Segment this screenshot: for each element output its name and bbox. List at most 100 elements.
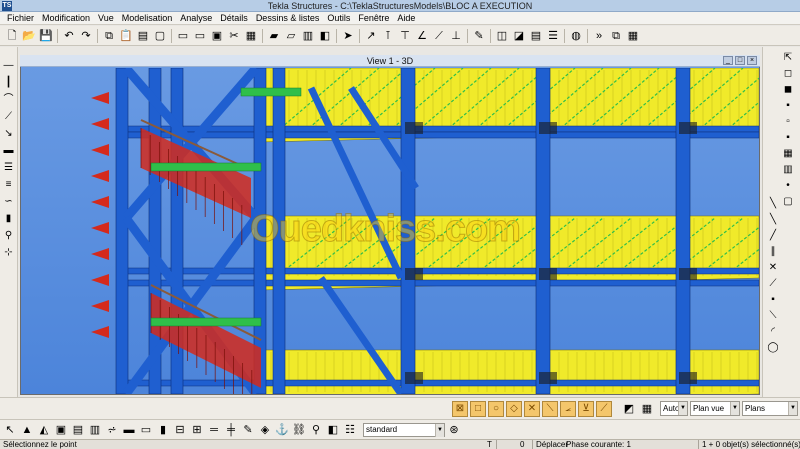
grid-icon[interactable]: ▦ <box>243 28 259 44</box>
angle-line-icon[interactable]: ⟋ <box>766 277 780 291</box>
line-red-icon[interactable]: ╲ <box>766 197 780 211</box>
globe-icon[interactable]: ◍ <box>568 28 584 44</box>
select-cut-icon[interactable]: ⊟ <box>172 422 188 438</box>
slab-icon[interactable]: ☰ <box>2 161 16 175</box>
dim-icon[interactable]: ⊥ <box>448 28 464 44</box>
select-anchor-icon[interactable]: ⚓ <box>274 422 290 438</box>
forward-icon[interactable]: » <box>591 28 607 44</box>
selection-filter-select[interactable]: standard ▼ <box>363 422 445 437</box>
select-cube-icon[interactable]: ◧ <box>325 422 341 438</box>
sheet-icon[interactable]: ▦ <box>625 28 641 44</box>
snap-depth-select[interactable]: Auto ▼ <box>660 401 688 416</box>
fitting-icon[interactable]: ⊹ <box>2 246 16 260</box>
select-point-icon[interactable]: • <box>781 179 795 193</box>
menu-item-8[interactable]: Fenêtre <box>354 12 393 25</box>
line-blue-icon[interactable]: ╲ <box>766 213 780 227</box>
part-icon[interactable]: ◧ <box>317 28 333 44</box>
window-icon[interactable]: ▢ <box>152 28 168 44</box>
snap-plane-select[interactable]: Plan vue ▼ <box>690 401 740 416</box>
measure2-icon[interactable]: ⊤ <box>397 28 413 44</box>
measure-icon[interactable]: ⊺ <box>380 28 396 44</box>
menu-item-5[interactable]: Détails <box>216 12 252 25</box>
folder-icon[interactable]: ▰ <box>266 28 282 44</box>
snap-diamond-icon[interactable]: ◇ <box>506 401 522 417</box>
view-frame-icon[interactable]: ▣ <box>209 28 225 44</box>
save-icon[interactable]: 💾 <box>38 28 54 44</box>
bolt-icon[interactable]: ▮ <box>2 212 16 226</box>
menu-item-2[interactable]: Vue <box>94 12 118 25</box>
menu-item-4[interactable]: Analyse <box>176 12 216 25</box>
select-weld2-icon[interactable]: ⚲ <box>308 422 324 438</box>
panel-icon[interactable]: ▬ <box>2 144 16 158</box>
view-minimize-button[interactable]: _ <box>723 56 733 65</box>
select-box-icon[interactable]: ▣ <box>53 422 69 438</box>
view-maximize-button[interactable]: □ <box>735 56 745 65</box>
copy-icon[interactable]: ⧉ <box>101 28 117 44</box>
offset-icon[interactable]: ⟍ <box>766 309 780 323</box>
cut-icon[interactable]: ✂ <box>226 28 242 44</box>
parallel-icon[interactable]: ∥ <box>766 245 780 259</box>
select-list-icon[interactable]: ☷ <box>342 422 358 438</box>
menu-item-0[interactable]: Fichier <box>3 12 38 25</box>
filter-settings-icon[interactable]: ⊛ <box>446 422 462 438</box>
menu-item-1[interactable]: Modification <box>38 12 94 25</box>
select-view-icon[interactable]: ▢ <box>781 195 795 209</box>
pointer-icon[interactable]: ➤ <box>340 28 356 44</box>
select-plane-icon[interactable]: ▥ <box>781 163 795 177</box>
clipboard-icon[interactable]: ▤ <box>135 28 151 44</box>
ruler-icon[interactable]: ⟋ <box>431 28 447 44</box>
pen-icon[interactable]: ✎ <box>471 28 487 44</box>
select-weld-icon[interactable]: ▫ <box>781 115 795 129</box>
line-green-icon[interactable]: ╱ <box>766 229 780 243</box>
curved-beam-icon[interactable]: ⌒ <box>2 93 16 107</box>
arc-icon[interactable]: ◜ <box>766 325 780 339</box>
angle-icon[interactable]: ∠ <box>414 28 430 44</box>
open-icon[interactable]: 📂 <box>21 28 37 44</box>
snap-edges-select[interactable]: Plans contours ▼ <box>742 401 798 416</box>
select-plate-icon[interactable]: ▭ <box>138 422 154 438</box>
help-arrow-icon[interactable]: ↗ <box>363 28 379 44</box>
brace-icon[interactable]: ↘ <box>2 127 16 141</box>
select-part-icon[interactable]: ◼ <box>781 83 795 97</box>
pad-icon[interactable]: ≡ <box>2 178 16 192</box>
snap-3d-icon[interactable]: ◩ <box>621 401 637 417</box>
select-grid-icon[interactable]: ▦ <box>781 147 795 161</box>
menu-item-7[interactable]: Outils <box>323 12 354 25</box>
image-icon[interactable]: ▥ <box>300 28 316 44</box>
strip-icon[interactable]: ∽ <box>2 195 16 209</box>
view-rect2-icon[interactable]: ▭ <box>192 28 208 44</box>
beam-icon[interactable]: — <box>2 59 16 73</box>
new-icon[interactable]: 🗋 <box>4 28 20 44</box>
select-all-icon[interactable]: ◻ <box>781 67 795 81</box>
select-assembly-icon[interactable]: ▪ <box>781 99 795 113</box>
view-rect-icon[interactable]: ▭ <box>175 28 191 44</box>
point-icon[interactable]: ▪ <box>766 293 780 307</box>
cross-icon[interactable]: ✕ <box>766 261 780 275</box>
undo-icon[interactable]: ↶ <box>61 28 77 44</box>
snap-slant-icon[interactable]: ⟋ <box>596 401 612 417</box>
redo-icon[interactable]: ↷ <box>78 28 94 44</box>
select-beam3-icon[interactable]: ╪ <box>223 422 239 438</box>
snap-perp-icon[interactable]: ⊻ <box>578 401 594 417</box>
select-row-icon[interactable]: ▬ <box>121 422 137 438</box>
list-icon[interactable]: ☰ <box>545 28 561 44</box>
select-col-icon[interactable]: ▮ <box>155 422 171 438</box>
circle-icon[interactable]: ◯ <box>766 341 780 355</box>
select-tri-icon[interactable]: ▲ <box>19 422 35 438</box>
report-icon[interactable]: ▤ <box>528 28 544 44</box>
select-node-icon[interactable]: ◈ <box>257 422 273 438</box>
layers-icon[interactable]: ◫ <box>494 28 510 44</box>
paste-icon[interactable]: 📋 <box>118 28 134 44</box>
snap-grid-icon[interactable]: ▦ <box>639 401 655 417</box>
menu-item-3[interactable]: Modelisation <box>118 12 177 25</box>
polybeam-icon[interactable]: ⟋ <box>2 110 16 124</box>
link-icon[interactable]: ⧉ <box>608 28 624 44</box>
column-icon[interactable]: ┃ <box>2 76 16 90</box>
select-panel-icon[interactable]: ▥ <box>87 422 103 438</box>
components-icon[interactable]: ◪ <box>511 28 527 44</box>
snap-cross-icon[interactable]: ✕ <box>524 401 540 417</box>
select-table-icon[interactable]: ▤ <box>70 422 86 438</box>
select-chain-icon[interactable]: ⛓ <box>291 422 307 438</box>
select-bolt-icon[interactable]: ▪ <box>781 131 795 145</box>
select-beam2-icon[interactable]: ═ <box>206 422 222 438</box>
